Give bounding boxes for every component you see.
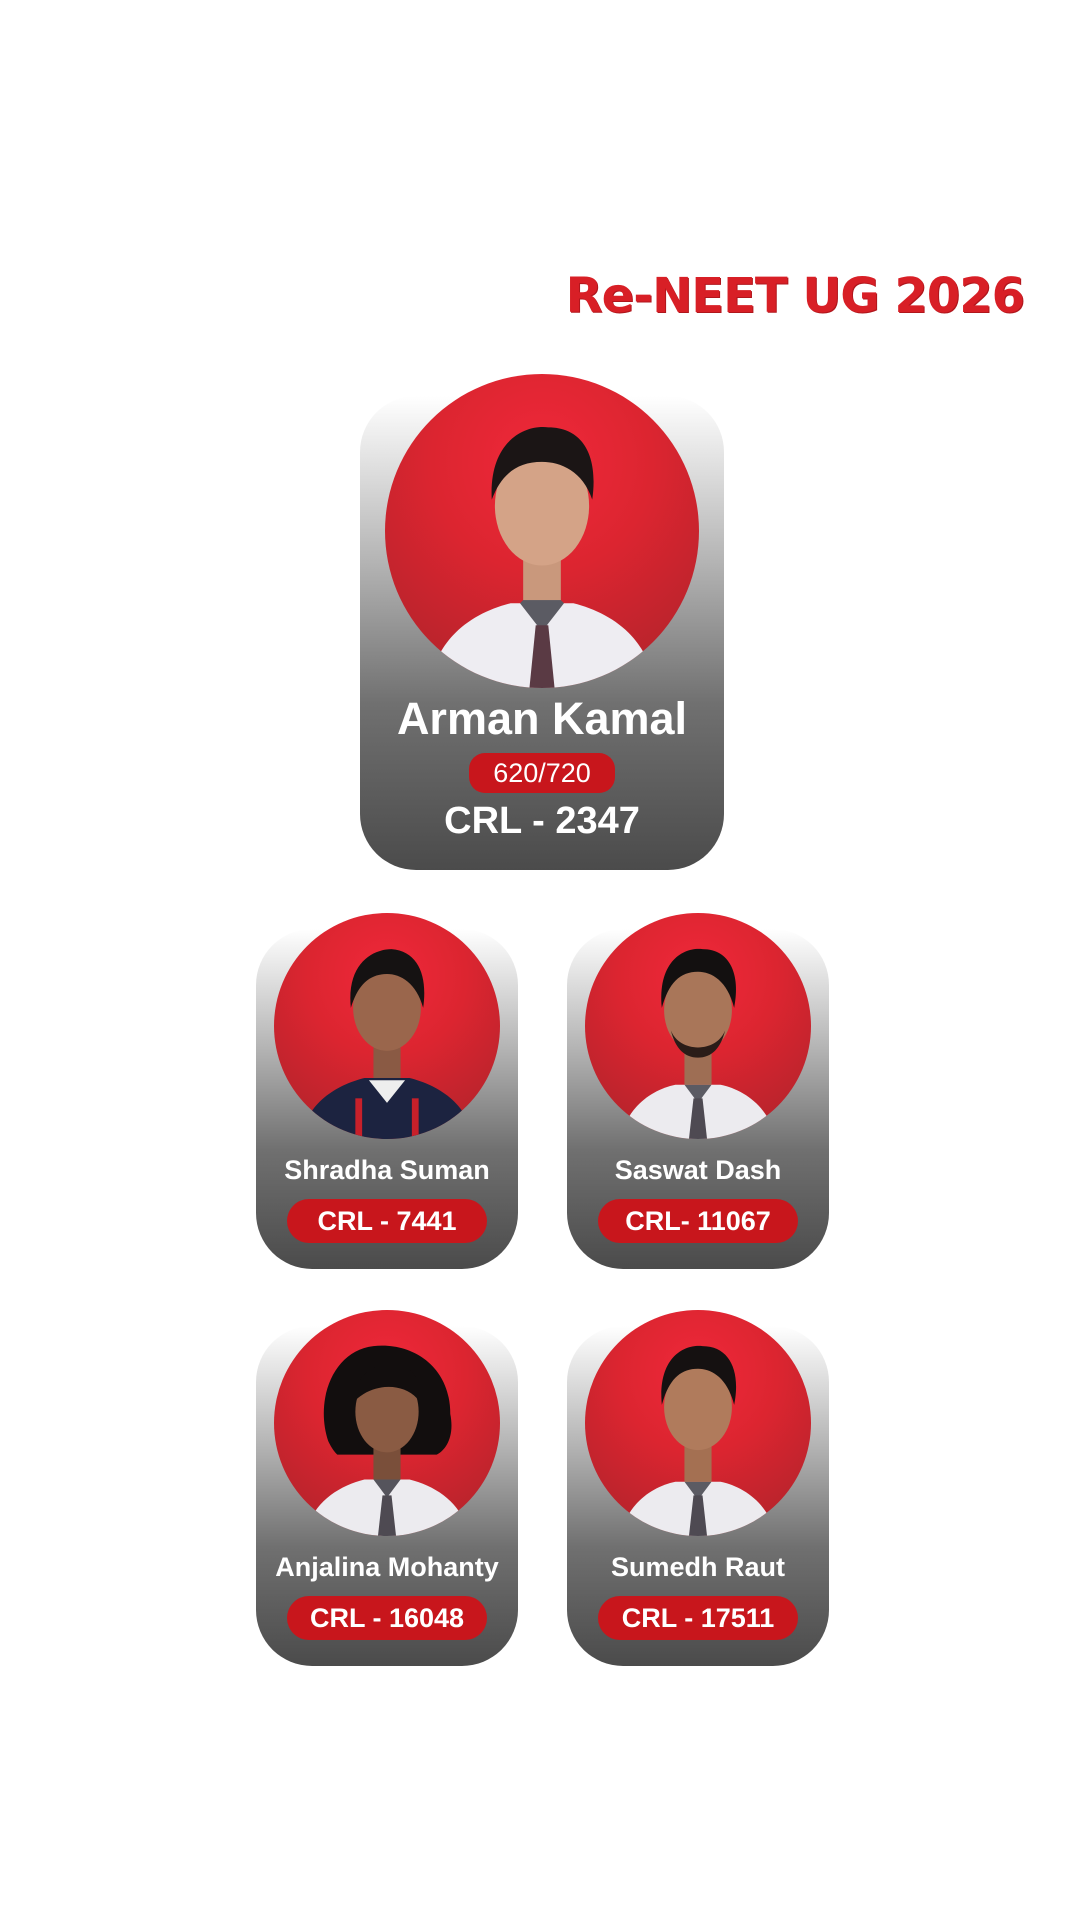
student-name: Anjalina Mohanty [275, 1552, 499, 1582]
topper-card: Arman Kamal 620/720 CRL - 2347 [360, 374, 724, 870]
student-photo [274, 913, 500, 1139]
rank-badge: CRL - 17511 [598, 1596, 798, 1640]
student-card: Shradha Suman CRL - 7441 [256, 913, 518, 1269]
student-name: Saswat Dash [614, 1155, 782, 1185]
student-photo [585, 1310, 811, 1536]
student-card: Saswat Dash CRL- 11067 [567, 913, 829, 1269]
rank-badge: CRL - 16048 [287, 1596, 487, 1640]
student-photo [585, 913, 811, 1139]
score-badge: 620/720 [469, 753, 615, 793]
student-name: Arman Kamal [396, 693, 688, 744]
student-name: Sumedh Raut [610, 1552, 785, 1582]
page-title: Re-NEET UG 2026 [565, 268, 1025, 324]
student-card: Sumedh Raut CRL - 17511 [567, 1310, 829, 1666]
student-photo [385, 374, 699, 688]
student-photo [274, 1310, 500, 1536]
rank-badge: CRL - 7441 [287, 1199, 487, 1243]
student-card: Anjalina Mohanty CRL - 16048 [256, 1310, 518, 1666]
rank-badge: CRL- 11067 [598, 1199, 798, 1243]
student-name: Shradha Suman [284, 1155, 490, 1185]
rank-label: CRL - 2347 [444, 800, 640, 842]
